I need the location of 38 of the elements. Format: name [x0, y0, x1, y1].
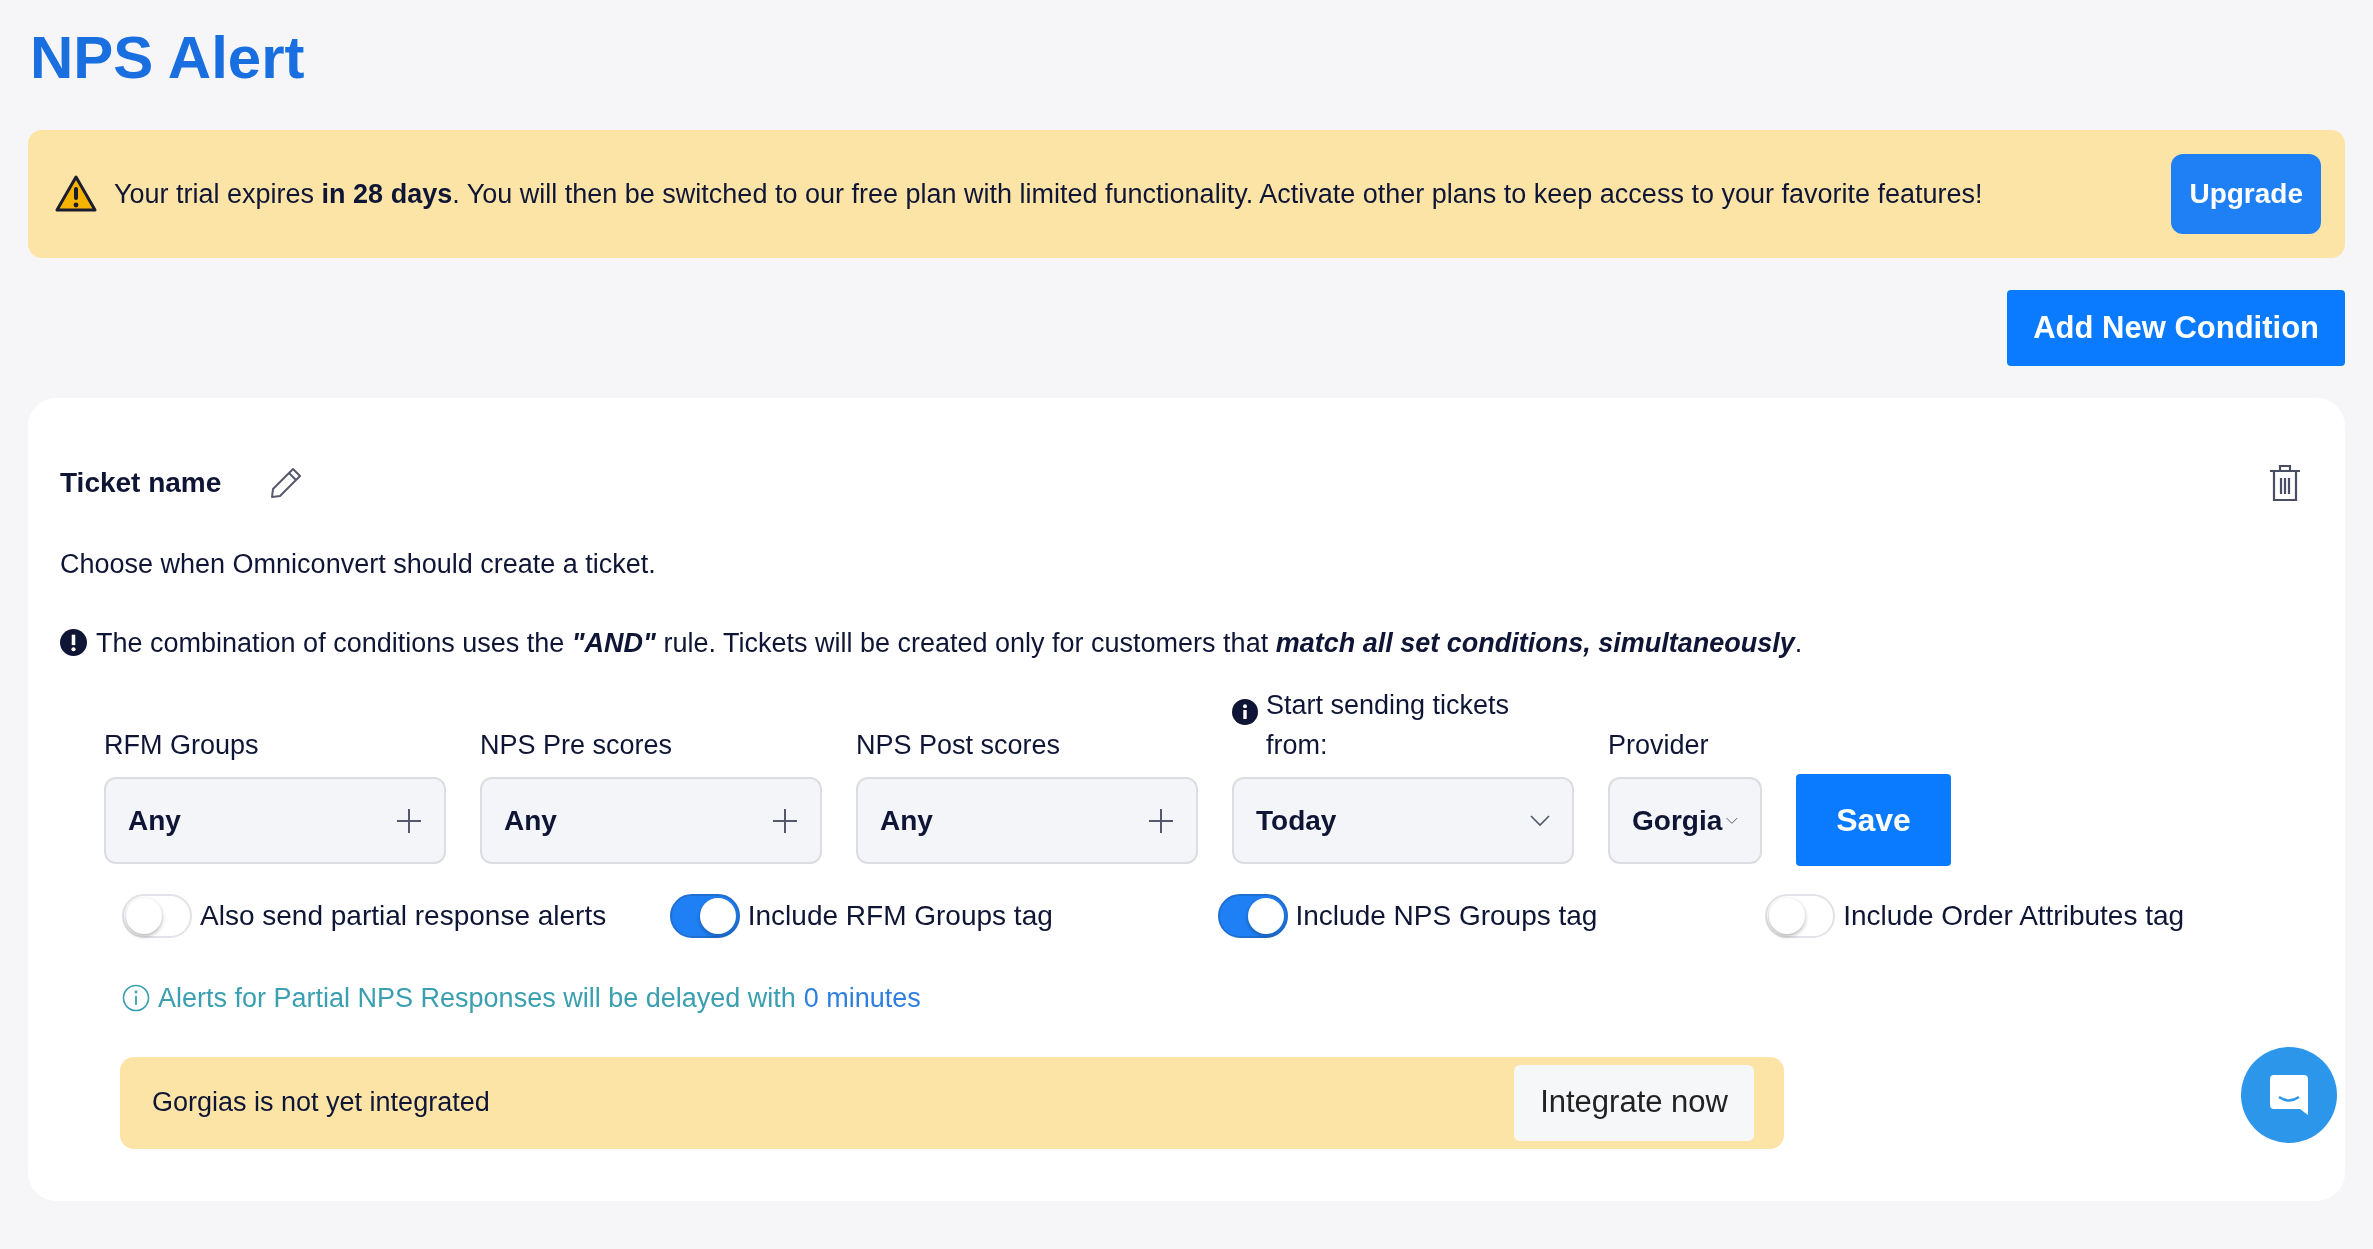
field-label: NPS Pre scores — [480, 729, 673, 762]
integration-message: Gorgias is not yet integrated — [152, 1086, 490, 1120]
trial-message: Your trial expires in 28 days. You will then be switched to our free plan with limited functionality. Activate other plans to keep access to your favorite features! — [114, 177, 1984, 211]
toggle-label: Include NPS Groups tag — [1295, 899, 1598, 933]
rule-note: The combination of conditions uses the "AND" rule. Tickets will be created only for customers that match all set conditions, simultaneously. — [96, 626, 1803, 660]
save-button[interactable]: Save — [1796, 774, 1951, 866]
chat-icon — [2268, 1073, 2310, 1117]
upgrade-button[interactable]: Upgrade — [2171, 154, 2321, 234]
delay-note: Alerts for Partial NPS Responses will be delayed with — [158, 982, 796, 1015]
toggle-label: Include RFM Groups tag — [747, 899, 1053, 933]
plus-icon — [772, 807, 798, 834]
info-icon — [122, 984, 150, 1013]
multiselect-field[interactable]: Any — [856, 777, 1198, 864]
plus-icon — [1148, 807, 1174, 834]
chevron-down-icon — [1530, 814, 1550, 827]
warning-icon — [54, 174, 98, 214]
multiselect-field[interactable]: Any — [104, 777, 446, 864]
pencil-icon[interactable] — [269, 466, 304, 500]
exclamation-icon — [60, 629, 87, 657]
integrate-now-button[interactable]: Integrate now — [1514, 1064, 1754, 1141]
multiselect-field[interactable]: Any — [480, 777, 822, 864]
page-title: NPS Alert — [29, 28, 305, 88]
dropdown-field[interactable]: Today — [1232, 777, 1574, 864]
field-label: Provider — [1608, 729, 1709, 762]
ticket-name: Ticket name — [60, 466, 222, 500]
toggle-switch[interactable] — [669, 894, 740, 938]
plus-icon — [396, 807, 422, 834]
toggle-label: Include Order Attributes tag — [1843, 899, 2185, 933]
field-label: NPS Post scores — [856, 729, 1061, 762]
toggle-switch[interactable] — [1217, 894, 1288, 938]
toggle-label: Also send partial response alerts — [200, 899, 607, 933]
add-condition-button[interactable]: Add New Condition — [2007, 290, 2345, 366]
card-description: Choose when Omniconvert should create a ticket. — [60, 548, 657, 581]
field-label: Start sending tickets from: — [1266, 689, 1511, 762]
trash-icon[interactable] — [2267, 462, 2303, 504]
delay-minutes-link[interactable]: 0 minutes — [803, 978, 921, 1019]
dropdown-field[interactable]: Gorgia — [1608, 777, 1762, 864]
field-label: RFM Groups — [104, 729, 259, 762]
